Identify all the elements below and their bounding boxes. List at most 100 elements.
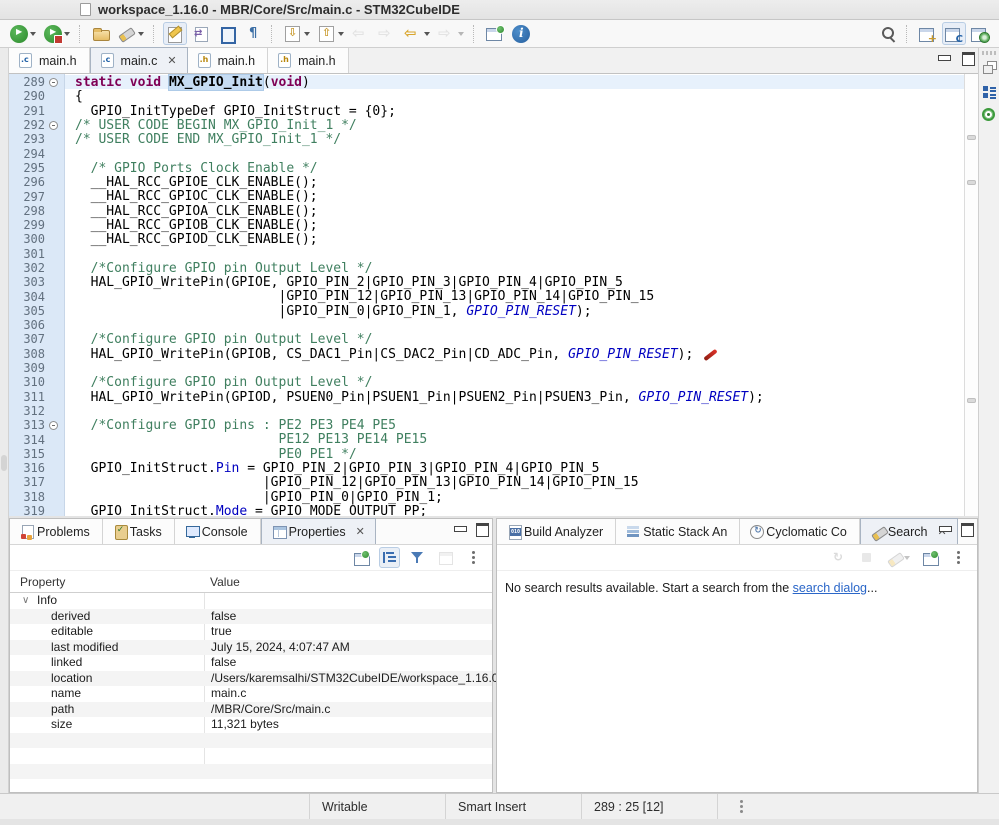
code-line[interactable]: HAL_GPIO_WritePin(GPIOE, GPIO_PIN_2|GPIO… xyxy=(75,275,964,289)
run-button[interactable] xyxy=(7,22,39,45)
mark-occurrences-button[interactable] xyxy=(163,22,187,45)
open-folder-button[interactable] xyxy=(89,22,113,45)
code-text-area[interactable]: static void MX_GPIO_Init(void){ GPIO_Ini… xyxy=(65,74,964,516)
fold-collapse-icon[interactable] xyxy=(49,78,58,87)
line-number[interactable]: 296 xyxy=(9,175,45,189)
code-line[interactable]: PE0 PE1 */ xyxy=(75,447,964,461)
close-icon[interactable]: ✕ xyxy=(167,54,176,67)
property-row[interactable]: path/MBR/Core/Src/main.c xyxy=(10,702,492,718)
line-number[interactable]: 299 xyxy=(9,218,45,232)
open-new-view-button[interactable] xyxy=(920,547,941,568)
code-line[interactable]: HAL_GPIO_WritePin(GPIOB, CS_DAC1_Pin|CS_… xyxy=(75,347,964,361)
property-row[interactable]: derivedfalse xyxy=(10,609,492,625)
code-line[interactable]: |GPIO_PIN_12|GPIO_PIN_13|GPIO_PIN_14|GPI… xyxy=(75,475,964,489)
code-line[interactable]: static void MX_GPIO_Init(void) xyxy=(65,75,964,89)
line-number[interactable]: 311 xyxy=(9,390,45,404)
minimize-icon[interactable] xyxy=(939,523,951,534)
line-number[interactable]: 306 xyxy=(9,318,45,332)
code-line[interactable] xyxy=(75,404,964,418)
maximize-icon[interactable] xyxy=(961,523,973,534)
tab-problems[interactable]: Problems xyxy=(10,519,103,544)
annotation-column[interactable] xyxy=(964,74,978,516)
tab-cyclomatic-co[interactable]: Cyclomatic Co xyxy=(740,519,860,544)
view-menu-button[interactable] xyxy=(948,547,969,568)
tab-main-h[interactable]: main.h xyxy=(9,48,90,73)
line-number[interactable]: 300 xyxy=(9,232,45,246)
external-tools-button[interactable] xyxy=(41,22,73,45)
code-line[interactable] xyxy=(75,247,964,261)
line-number[interactable]: 313 xyxy=(9,418,45,432)
code-line[interactable] xyxy=(75,146,964,160)
line-number[interactable]: 316 xyxy=(9,461,45,475)
line-number[interactable]: 291 xyxy=(9,104,45,118)
line-number[interactable]: 314 xyxy=(9,433,45,447)
view-menu-button[interactable] xyxy=(463,547,484,568)
line-number[interactable]: 303 xyxy=(9,275,45,289)
property-row[interactable]: last modifiedJuly 15, 2024, 4:07:47 AM xyxy=(10,640,492,656)
tab-properties[interactable]: Properties✕ xyxy=(261,518,376,544)
line-number[interactable]: 294 xyxy=(9,147,45,161)
minimize-icon[interactable] xyxy=(938,52,950,63)
line-number[interactable]: 295 xyxy=(9,161,45,175)
code-line[interactable]: /*Configure GPIO pin Output Level */ xyxy=(75,261,964,275)
build-target-icon[interactable] xyxy=(982,108,995,126)
fold-collapse-icon[interactable] xyxy=(49,121,58,130)
line-number[interactable]: 307 xyxy=(9,332,45,346)
next-annotation-button[interactable] xyxy=(281,22,313,45)
property-row[interactable]: linkedfalse xyxy=(10,655,492,671)
code-line[interactable]: PE12 PE13 PE14 PE15 xyxy=(75,432,964,446)
line-number[interactable]: 293 xyxy=(9,132,45,146)
code-line[interactable]: |GPIO_PIN_0|GPIO_PIN_1; xyxy=(75,490,964,504)
line-number[interactable]: 305 xyxy=(9,304,45,318)
code-line[interactable]: |GPIO_PIN_0|GPIO_PIN_1, GPIO_PIN_RESET); xyxy=(75,304,964,318)
line-number[interactable]: 297 xyxy=(9,190,45,204)
line-number[interactable]: 289 xyxy=(9,75,45,89)
info-button[interactable] xyxy=(509,22,533,45)
code-line[interactable]: /* USER CODE END MX_GPIO_Init_1 */ xyxy=(75,132,964,146)
line-number[interactable]: 309 xyxy=(9,361,45,375)
code-line[interactable]: /*Configure GPIO pins : PE2 PE3 PE4 PE5 xyxy=(75,418,964,432)
code-line[interactable]: /*Configure GPIO pin Output Level */ xyxy=(75,375,964,389)
tab-main-h[interactable]: main.h xyxy=(188,48,269,73)
property-row[interactable]: namemain.c xyxy=(10,686,492,702)
chevron-down-icon[interactable]: ∨ xyxy=(22,593,29,609)
code-line[interactable]: __HAL_RCC_GPIOE_CLK_ENABLE(); xyxy=(75,175,964,189)
code-line[interactable] xyxy=(75,361,964,375)
debug-perspective-button[interactable] xyxy=(968,22,992,45)
tab-tasks[interactable]: Tasks xyxy=(103,519,175,544)
restore-view-icon[interactable] xyxy=(982,60,997,80)
search-dialog-link[interactable]: search dialog xyxy=(793,581,867,595)
tab-static-stack-an[interactable]: Static Stack An xyxy=(616,519,740,544)
tab-console[interactable]: Console xyxy=(175,519,261,544)
line-number[interactable]: 315 xyxy=(9,447,45,461)
close-icon[interactable]: ✕ xyxy=(356,525,365,538)
show-selected-element-button[interactable] xyxy=(215,22,239,45)
line-number[interactable]: 292 xyxy=(9,118,45,132)
open-new-view-button[interactable] xyxy=(483,22,507,45)
line-number[interactable]: 319 xyxy=(9,504,45,516)
back-history-button[interactable] xyxy=(401,22,433,45)
property-row[interactable]: location/Users/karemsalhi/STM32CubeIDE/w… xyxy=(10,671,492,687)
code-line[interactable]: HAL_GPIO_WritePin(GPIOD, PSUEN0_Pin|PSUE… xyxy=(75,390,964,404)
minimized-view-handle[interactable] xyxy=(1,455,7,471)
line-number[interactable]: 298 xyxy=(9,204,45,218)
line-number-gutter[interactable]: 2892902912922932942952962972982993003013… xyxy=(9,74,65,516)
code-line[interactable]: { xyxy=(75,89,964,103)
line-number[interactable]: 317 xyxy=(9,475,45,489)
line-number[interactable]: 310 xyxy=(9,375,45,389)
line-number[interactable]: 312 xyxy=(9,404,45,418)
line-number[interactable]: 301 xyxy=(9,247,45,261)
code-line[interactable]: GPIO_InitStruct.Mode = GPIO_MODE_OUTPUT_… xyxy=(75,504,964,516)
status-menu-icon[interactable] xyxy=(740,805,743,808)
tab-main-c[interactable]: main.c✕ xyxy=(90,47,188,73)
line-number[interactable]: 318 xyxy=(9,490,45,504)
code-line[interactable]: GPIO_InitTypeDef GPIO_InitStruct = {0}; xyxy=(75,104,964,118)
line-number[interactable]: 308 xyxy=(9,347,45,361)
outline-view-icon[interactable] xyxy=(982,85,997,105)
show-whitespace-button[interactable] xyxy=(241,22,265,45)
code-line[interactable] xyxy=(75,318,964,332)
previous-annotation-button[interactable] xyxy=(315,22,347,45)
minimize-icon[interactable] xyxy=(454,523,466,534)
code-line[interactable]: __HAL_RCC_GPIOB_CLK_ENABLE(); xyxy=(75,218,964,232)
code-line[interactable]: /*Configure GPIO pin Output Level */ xyxy=(75,332,964,346)
